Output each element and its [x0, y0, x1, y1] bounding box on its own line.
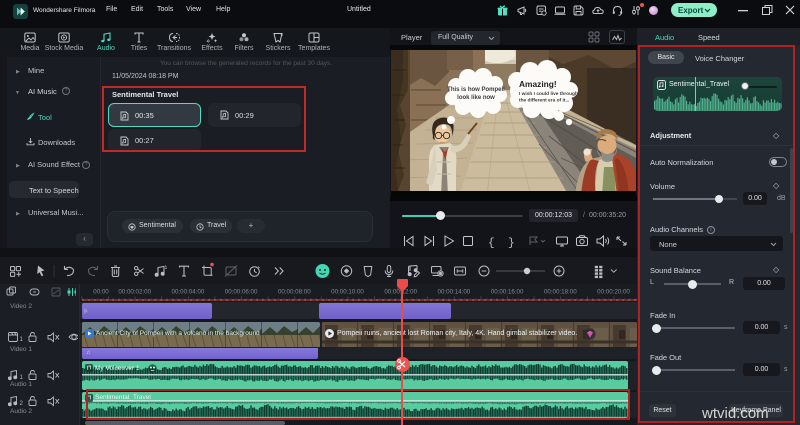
svg-text:the different era of it...: the different era of it...	[519, 98, 569, 104]
svg-text:1: 1	[20, 337, 24, 343]
svg-text:00:00:06:00: 00:00:06:00	[225, 289, 258, 296]
svg-text:00:00:20:00: 00:00:20:00	[597, 289, 630, 296]
svg-text:00:00:02:00: 00:00:02:00	[118, 289, 151, 296]
svg-text:00:00:04:00: 00:00:04:00	[172, 289, 205, 296]
svg-text:00:00:18:00: 00:00:18:00	[544, 289, 577, 296]
svg-text:00:00:10:00: 00:00:10:00	[331, 289, 364, 296]
svg-text:Amazing!: Amazing!	[519, 79, 557, 89]
svg-text:look like now: look like now	[457, 95, 495, 101]
svg-text:00:00:08:00: 00:00:08:00	[278, 289, 311, 296]
svg-text:2: 2	[20, 401, 24, 407]
svg-text:This is how Pompeii: This is how Pompeii	[447, 87, 505, 93]
svg-text:I wish I could live through: I wish I could live through	[519, 91, 578, 97]
svg-text:00:00:16:00: 00:00:16:00	[491, 289, 524, 296]
svg-text:00:00:14:00: 00:00:14:00	[438, 289, 471, 296]
svg-text:00:00: 00:00	[93, 289, 109, 296]
